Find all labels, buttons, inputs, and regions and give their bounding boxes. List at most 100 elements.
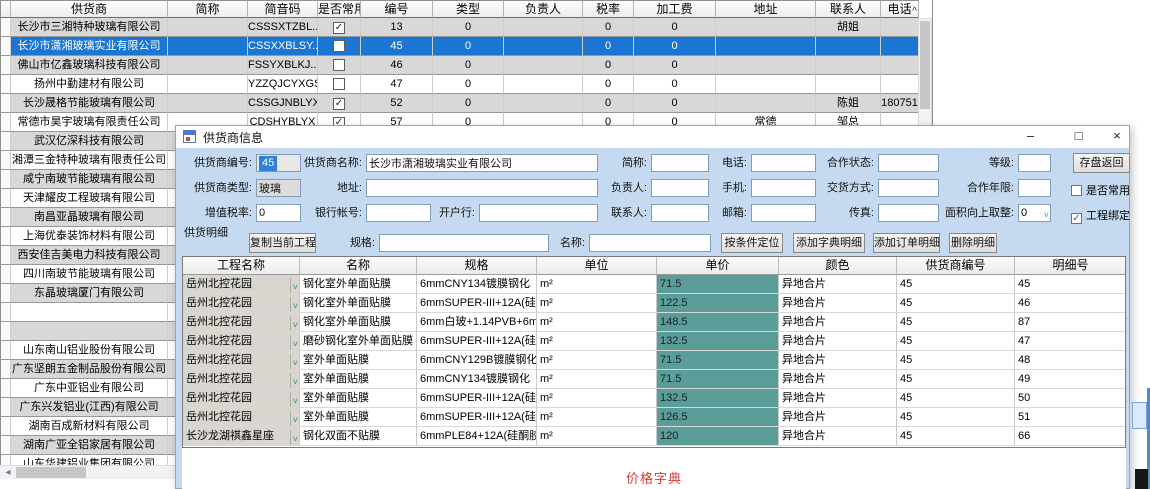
- detail-row[interactable]: 岳州北控花园˅磨砂钢化室外单面贴膜6mmSUPER-III+12A(硅...m²…: [183, 332, 1125, 351]
- detail-row[interactable]: 岳州北控花园˅室外单面贴膜6mmCNY134镀膜钢化m²71.5异地合片4549: [183, 370, 1125, 389]
- common-checkbox[interactable]: ✓: [333, 98, 345, 110]
- detail-column-header[interactable]: 名称: [300, 257, 417, 275]
- cell-abbr: [168, 37, 248, 56]
- add-dictionary-detail-button[interactable]: 添加字典明细: [793, 233, 865, 253]
- detail-cell-price: 120: [657, 427, 779, 446]
- column-header[interactable]: 简称: [168, 0, 248, 18]
- detail-column-header[interactable]: 单价: [657, 257, 779, 275]
- common-use-checkbox[interactable]: 是否常用: [1071, 182, 1130, 200]
- chevron-down-icon[interactable]: ˅: [290, 278, 298, 294]
- delete-detail-button[interactable]: 删除明细: [949, 233, 997, 253]
- maximize-button[interactable]: □: [1056, 126, 1101, 148]
- close-button[interactable]: ×: [1104, 126, 1130, 148]
- detail-cell-project[interactable]: 岳州北控花园˅: [183, 389, 300, 408]
- detail-row[interactable]: 岳州北控花园˅室外单面贴膜6mmSUPER-III+12A(硅...m²132.…: [183, 389, 1125, 408]
- supplier-row[interactable]: 长沙晟格节能玻璃有限公司CSSGJNBLYXGS✓52000陈姐180751: [1, 94, 919, 113]
- supplier-row[interactable]: 扬州中勤建材有限公司YZZQJCYXGS47000: [1, 75, 919, 94]
- detail-cell-detail_id: 49: [1015, 370, 1126, 389]
- detail-cell-project[interactable]: 岳州北控花园˅: [183, 370, 300, 389]
- column-header[interactable]: 是否常用: [318, 0, 361, 18]
- form-icon: [183, 130, 196, 143]
- locate-by-condition-button[interactable]: 按条件定位: [721, 233, 783, 253]
- cell-code: FSSYXBLKJ...: [248, 56, 318, 75]
- detail-cell-price: 132.5: [657, 389, 779, 408]
- scrollbar-thumb[interactable]: [16, 467, 86, 478]
- dialog-titlebar[interactable]: 供货商信息 – □ ×: [176, 126, 1129, 148]
- detail-cell-name: 室外单面贴膜: [300, 370, 417, 389]
- cell-phone: 180751: [881, 94, 919, 113]
- chevron-down-icon[interactable]: ˅: [290, 430, 298, 446]
- column-header[interactable]: 类型: [433, 0, 504, 18]
- chevron-down-icon[interactable]: ˅: [290, 335, 298, 351]
- coop-years-input[interactable]: [1018, 179, 1051, 197]
- supplier-info-dialog: 供货商信息 – □ × 供货商编号: 45 供货商名称: 简称: 电话: 合作状…: [175, 125, 1130, 489]
- cell-tax: 0: [583, 56, 634, 75]
- cell-name: 武汉亿深科技有限公司: [11, 132, 168, 151]
- column-header[interactable]: 税率: [583, 0, 634, 18]
- chevron-down-icon[interactable]: ˅: [290, 411, 298, 427]
- common-checkbox[interactable]: [333, 40, 345, 52]
- common-checkbox[interactable]: [333, 78, 345, 90]
- detail-cell-project[interactable]: 岳州北控花园˅: [183, 408, 300, 427]
- chevron-down-icon[interactable]: ˅: [290, 297, 298, 313]
- detail-row[interactable]: 岳州北控花园˅钢化室外单面贴膜6mm白玻+1.14PVB+6mm...m²148…: [183, 313, 1125, 332]
- detail-column-header[interactable]: 工程名称: [183, 257, 300, 275]
- row-header: [1, 0, 11, 18]
- chevron-down-icon[interactable]: ˅: [290, 373, 298, 389]
- common-checkbox[interactable]: ✓: [333, 22, 345, 34]
- detail-cell-project[interactable]: 岳州北控花园˅: [183, 313, 300, 332]
- add-order-detail-button[interactable]: 添加订单明细: [873, 233, 940, 253]
- cell-id: 13: [361, 18, 433, 37]
- row-header: [1, 75, 11, 94]
- detail-cell-spec: 6mmSUPER-III+12A(硅...: [417, 332, 537, 351]
- chevron-down-icon[interactable]: ˅: [290, 316, 298, 332]
- detail-row[interactable]: 岳州北控花园˅钢化室外单面贴膜6mmSUPER-III+12A(硅...m²12…: [183, 294, 1125, 313]
- detail-cell-project[interactable]: 岳州北控花园˅: [183, 351, 300, 370]
- column-header[interactable]: 加工费: [634, 0, 716, 18]
- detail-cell-color: 异地合片: [779, 351, 897, 370]
- column-header[interactable]: 电话^: [881, 0, 919, 18]
- name-filter-input[interactable]: [589, 234, 711, 252]
- detail-column-header[interactable]: 单位: [537, 257, 657, 275]
- detail-cell-spec: 6mmCNY129B镀膜钢化: [417, 351, 537, 370]
- spec-filter-label: 规格:: [229, 234, 375, 252]
- project-bind-checkbox[interactable]: ✓工程绑定: [1071, 207, 1130, 225]
- column-header[interactable]: 负责人: [504, 0, 583, 18]
- checkbox-box: ✓: [1071, 213, 1082, 224]
- cell-id: 52: [361, 94, 433, 113]
- cell-name: 湖南广亚全铝家居有限公司: [11, 436, 168, 455]
- column-header[interactable]: 供货商: [11, 0, 168, 18]
- detail-cell-project[interactable]: 岳州北控花园˅: [183, 294, 300, 313]
- scrollbar-thumb[interactable]: [920, 21, 930, 109]
- detail-row[interactable]: 岳州北控花园˅室外单面贴膜6mmCNY129B镀膜钢化m²71.5异地合片454…: [183, 351, 1125, 370]
- common-checkbox[interactable]: [333, 59, 345, 71]
- column-header[interactable]: 编号: [361, 0, 433, 18]
- column-header[interactable]: 简音码: [248, 0, 318, 18]
- supplier-row[interactable]: 佛山市亿鑫玻璃科技有限公司FSSYXBLKJ...46000: [1, 56, 919, 75]
- grade-input[interactable]: [1018, 154, 1051, 172]
- detail-cell-project[interactable]: 岳州北控花园˅: [183, 275, 300, 294]
- detail-cell-supplier_id: 45: [897, 313, 1015, 332]
- round-up-combo[interactable]: 0 ˅: [1018, 204, 1051, 222]
- detail-column-header[interactable]: 明细号: [1015, 257, 1126, 275]
- horizontal-scrollbar[interactable]: ◂: [0, 465, 175, 479]
- detail-cell-supplier_id: 45: [897, 389, 1015, 408]
- detail-row[interactable]: 长沙龙湖祺鑫星座˅钢化双面不贴膜6mmPLE84+12A(硅酮胶...m²120…: [183, 427, 1125, 446]
- column-header[interactable]: 联系人: [816, 0, 881, 18]
- detail-column-header[interactable]: 颜色: [779, 257, 897, 275]
- column-header[interactable]: 地址: [716, 0, 816, 18]
- chevron-down-icon[interactable]: ˅: [290, 392, 298, 408]
- save-return-button[interactable]: 存盘返回: [1073, 153, 1130, 173]
- supplier-row[interactable]: 长沙市三湘特种玻璃有限公司CSSSXTZBL...✓13000胡姐: [1, 18, 919, 37]
- detail-cell-project[interactable]: 长沙龙湖祺鑫星座˅: [183, 427, 300, 446]
- scroll-left-icon[interactable]: ◂: [2, 466, 14, 479]
- detail-row[interactable]: 岳州北控花园˅钢化室外单面贴膜6mmCNY134镀膜钢化m²71.5异地合片45…: [183, 275, 1125, 294]
- minimize-button[interactable]: –: [1008, 126, 1053, 148]
- detail-row[interactable]: 岳州北控花园˅室外单面贴膜6mmSUPER-III+12A(硅...m²126.…: [183, 408, 1125, 427]
- cell-contact: [816, 56, 881, 75]
- detail-column-header[interactable]: 规格: [417, 257, 537, 275]
- chevron-down-icon[interactable]: ˅: [290, 354, 298, 370]
- detail-column-header[interactable]: 供货商编号: [897, 257, 1015, 275]
- supplier-row[interactable]: 长沙市潇湘玻璃实业有限公司CSSXXBLSY...45000: [1, 37, 919, 56]
- detail-cell-project[interactable]: 岳州北控花园˅: [183, 332, 300, 351]
